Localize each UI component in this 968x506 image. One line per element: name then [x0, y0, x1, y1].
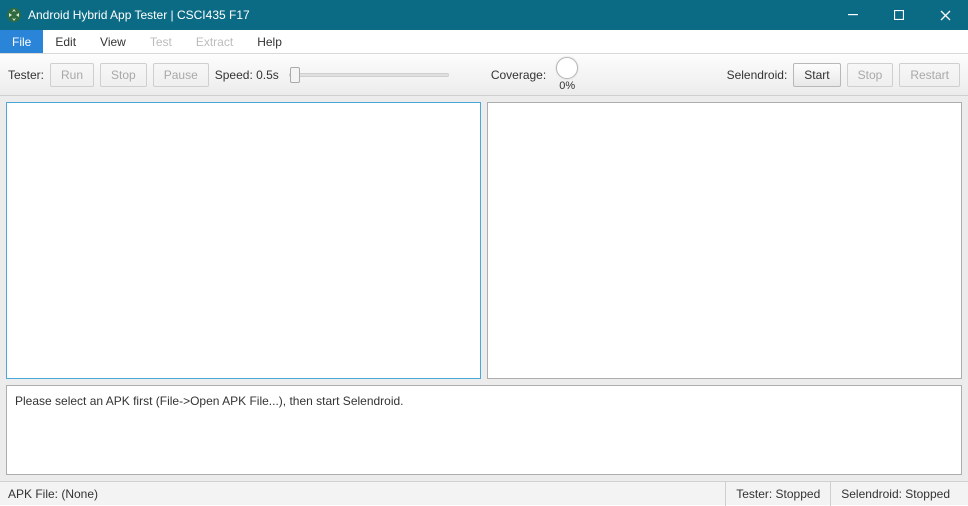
menubar: File Edit View Test Extract Help — [0, 30, 968, 54]
close-button[interactable] — [922, 0, 968, 30]
start-button[interactable]: Start — [793, 63, 840, 87]
coverage-label: Coverage: — [491, 68, 546, 82]
selendroid-stop-button: Stop — [847, 63, 894, 87]
window-title: Android Hybrid App Tester | CSCI435 F17 — [28, 8, 250, 22]
restart-button: Restart — [899, 63, 960, 87]
tester-stop-button: Stop — [100, 63, 147, 87]
menu-view[interactable]: View — [88, 30, 138, 53]
coverage-value: 0% — [559, 80, 575, 92]
menu-file[interactable]: File — [0, 30, 43, 53]
status-tester: Tester: Stopped — [725, 482, 830, 506]
status-apk: APK File: (None) — [8, 487, 98, 501]
minimize-button[interactable] — [830, 0, 876, 30]
maximize-button[interactable] — [876, 0, 922, 30]
speed-slider[interactable] — [289, 73, 449, 77]
run-button: Run — [50, 63, 94, 87]
selendroid-label: Selendroid: — [727, 68, 788, 82]
message-text: Please select an APK first (File->Open A… — [15, 394, 404, 408]
status-selendroid: Selendroid: Stopped — [830, 482, 960, 506]
tester-label: Tester: — [8, 68, 44, 82]
speed-label: Speed: 0.5s — [215, 68, 279, 82]
pause-button: Pause — [153, 63, 209, 87]
toolbar: Tester: Run Stop Pause Speed: 0.5s Cover… — [0, 54, 968, 96]
statusbar: APK File: (None) Tester: Stopped Selendr… — [0, 481, 968, 505]
message-pane: Please select an APK first (File->Open A… — [6, 385, 962, 475]
speed-slider-thumb[interactable] — [290, 67, 300, 83]
coverage-indicator — [556, 57, 578, 79]
right-pane[interactable] — [487, 102, 962, 379]
menu-extract: Extract — [184, 30, 245, 53]
panes-row — [6, 102, 962, 379]
window-controls — [830, 0, 968, 30]
menu-test: Test — [138, 30, 184, 53]
app-icon — [6, 7, 22, 23]
content-area: Please select an APK first (File->Open A… — [0, 96, 968, 481]
left-pane[interactable] — [6, 102, 481, 379]
menu-edit[interactable]: Edit — [43, 30, 88, 53]
menu-help[interactable]: Help — [245, 30, 294, 53]
titlebar: Android Hybrid App Tester | CSCI435 F17 — [0, 0, 968, 30]
